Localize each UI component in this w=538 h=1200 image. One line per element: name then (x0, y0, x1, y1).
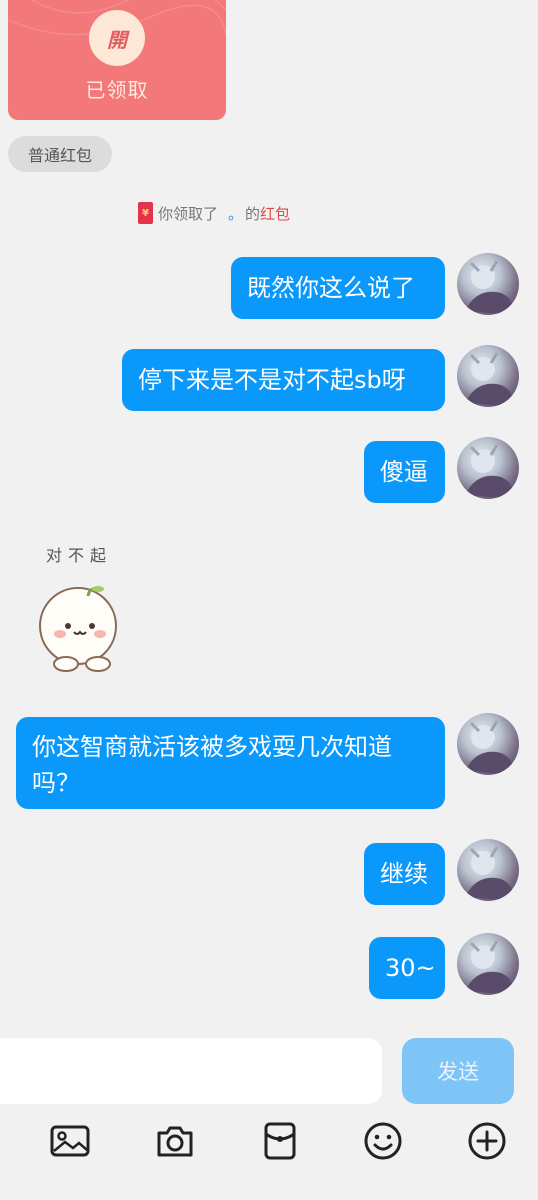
sorry-sticker[interactable]: 对不起 (30, 538, 140, 678)
message-bubble[interactable]: 继续 (364, 843, 445, 905)
notice-envelope-link[interactable]: 红包 (260, 203, 290, 224)
camera-icon[interactable] (154, 1120, 196, 1162)
notice-sender-name[interactable]: 。 (228, 203, 243, 224)
red-envelope-icon: ¥ (138, 202, 153, 224)
message-bubble[interactable]: 你这智商就活该被多戏耍几次知道吗？ (16, 717, 445, 809)
message-bubble[interactable]: 傻逼 (364, 441, 445, 503)
envelope-type-tag: 普通红包 (8, 136, 112, 172)
system-notice: ¥ 你领取了 。 的 红包 (138, 201, 290, 225)
plus-icon[interactable] (466, 1120, 508, 1162)
message-bubble[interactable]: 30~ (369, 937, 445, 999)
image-icon[interactable] (49, 1120, 91, 1162)
notice-possessive: 的 (245, 204, 261, 223)
red-envelope-card[interactable]: 開 已领取 (8, 0, 226, 120)
avatar[interactable] (457, 437, 519, 499)
message-input[interactable] (0, 1038, 382, 1104)
red-envelope-icon[interactable] (259, 1120, 301, 1162)
message-bubble[interactable]: 停下来是不是对不起sb呀 (122, 349, 445, 411)
avatar[interactable] (457, 253, 519, 315)
emoji-icon[interactable] (362, 1120, 404, 1162)
open-coin-icon: 開 (89, 10, 145, 66)
envelope-status: 已领取 (85, 78, 149, 102)
send-button[interactable]: 发送 (402, 1038, 514, 1104)
avatar[interactable] (457, 713, 519, 775)
avatar[interactable] (457, 933, 519, 995)
sticker-caption: 对不起 (46, 546, 113, 565)
avatar[interactable] (457, 345, 519, 407)
notice-prefix: 你领取了 (158, 204, 219, 223)
message-bubble[interactable]: 既然你这么说了 (231, 257, 445, 319)
avatar[interactable] (457, 839, 519, 901)
